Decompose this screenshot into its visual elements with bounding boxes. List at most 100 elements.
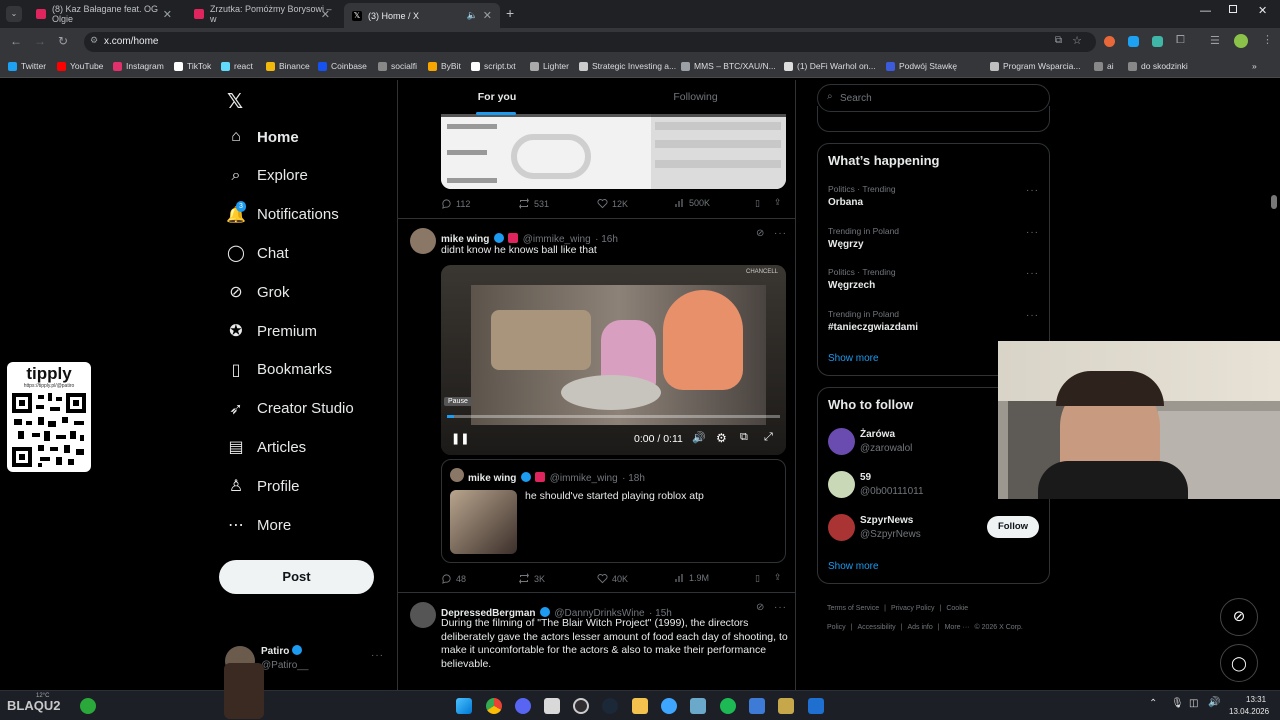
sidebar-item-grok[interactable]: ⊘ Grok: [227, 283, 289, 302]
sidebar-item-premium[interactable]: ✪ Premium: [227, 322, 317, 341]
avatar[interactable]: [410, 228, 436, 254]
more-icon[interactable]: ···: [1026, 185, 1039, 196]
sidebar-item-profile[interactable]: ♙ Profile: [227, 477, 300, 496]
bookmark-item[interactable]: do skodzinki: [1128, 61, 1188, 71]
bookmark-item[interactable]: script.txt: [471, 61, 516, 71]
url-field[interactable]: ⚙ x.com/home ⧉ ☆: [84, 32, 1096, 52]
bookmark-item[interactable]: Instagram: [113, 61, 164, 71]
extension-icon[interactable]: [1128, 36, 1139, 47]
pause-icon[interactable]: ❚❚: [451, 432, 469, 445]
restore-icon[interactable]: [1229, 5, 1237, 13]
tab-search-icon[interactable]: ⌄: [6, 6, 22, 22]
back-icon[interactable]: ←: [10, 34, 22, 48]
install-icon[interactable]: ⧉: [1055, 35, 1062, 46]
suggested-account-name[interactable]: 59: [860, 472, 871, 483]
footer-link[interactable]: Ads info: [907, 624, 932, 631]
avatar[interactable]: [828, 514, 855, 541]
obs-icon[interactable]: [573, 698, 589, 714]
avatar[interactable]: [828, 428, 855, 455]
bookmark-item[interactable]: Lighter: [530, 61, 569, 71]
new-tab-icon[interactable]: +: [506, 5, 514, 21]
sidebar-item-bookmarks[interactable]: ▯ Bookmarks: [227, 361, 332, 379]
bookmark-icon[interactable]: ▯: [755, 198, 760, 209]
app-icon[interactable]: [749, 698, 765, 714]
trend-item[interactable]: Orbana: [828, 197, 863, 208]
settings-icon[interactable]: ⚙: [716, 431, 727, 445]
widget-weather[interactable]: BLAQU2 12°C: [4, 693, 100, 717]
avatar[interactable]: [410, 602, 436, 628]
quote-tweet[interactable]: mike wing @immike_wing · 18h he should'v…: [441, 459, 786, 563]
volume-icon[interactable]: 🔊: [692, 431, 706, 444]
tab-following[interactable]: Following: [596, 80, 795, 117]
bookmark-item[interactable]: ai: [1094, 61, 1114, 71]
site-info-icon[interactable]: ⚙: [90, 35, 98, 46]
bookmark-item[interactable]: Program Wsparcia...: [990, 61, 1080, 71]
more-icon[interactable]: ···: [1026, 310, 1039, 321]
scrollbar[interactable]: [1271, 195, 1277, 209]
app-icon[interactable]: [778, 698, 794, 714]
sidebar-item-chat[interactable]: ◯ Chat: [227, 244, 289, 263]
clock-time[interactable]: 13:31: [1246, 695, 1266, 704]
forward-icon[interactable]: →: [34, 34, 46, 48]
sidebar-item-home[interactable]: ⌂ Home: [227, 128, 299, 146]
star-icon[interactable]: ☆: [1072, 34, 1082, 47]
grok-icon[interactable]: ⊘: [756, 228, 764, 239]
chrome-icon[interactable]: [486, 698, 502, 714]
minimize-icon[interactable]: —: [1200, 5, 1211, 17]
reply-button[interactable]: 48: [441, 573, 466, 584]
puzzle-icon[interactable]: ⧠: [1176, 34, 1185, 47]
bookmark-item[interactable]: YouTube: [57, 61, 103, 71]
grok-icon[interactable]: ⊘: [756, 602, 764, 613]
app-icon[interactable]: [544, 698, 560, 714]
bookmark-item[interactable]: MMS – BTC/XAU/N...: [681, 61, 776, 71]
avatar[interactable]: [828, 471, 855, 498]
trend-item[interactable]: Węgrzy: [828, 239, 864, 250]
footer-link[interactable]: More ···: [945, 624, 970, 631]
like-button[interactable]: 40K: [597, 573, 628, 584]
fullscreen-icon[interactable]: ⤢: [764, 431, 773, 444]
footer-link[interactable]: Terms of Service: [827, 605, 879, 612]
app-icon[interactable]: [808, 698, 824, 714]
browser-tab-1[interactable]: (8) Kaz Bałagane feat. OG Olgie ✕: [28, 4, 180, 24]
spotify-icon[interactable]: [720, 698, 736, 714]
close-icon[interactable]: ✕: [483, 9, 492, 22]
steam-icon[interactable]: [602, 698, 618, 714]
video-player[interactable]: CHANCELL Pause ❚❚ 0:00 / 0:11 🔊 ⚙ ⧉ ⤢: [441, 265, 786, 455]
audio-icon[interactable]: 🔈: [467, 10, 478, 21]
start-icon[interactable]: [456, 698, 472, 714]
share-icon[interactable]: ⇪: [774, 572, 782, 583]
follow-button[interactable]: Follow: [987, 516, 1039, 538]
repost-button[interactable]: 531: [518, 198, 549, 209]
post-time[interactable]: · 16h: [595, 234, 618, 245]
bookmark-item[interactable]: ByBit: [428, 61, 461, 71]
share-icon[interactable]: ⇪: [774, 197, 782, 208]
more-icon[interactable]: ···: [774, 228, 787, 239]
clock-date[interactable]: 13.04.2026: [1229, 707, 1269, 716]
footer-link[interactable]: Privacy Policy: [891, 605, 935, 612]
post-button[interactable]: Post: [219, 560, 374, 594]
views-button[interactable]: 1.9M: [675, 573, 709, 583]
bookmark-item[interactable]: react: [221, 61, 253, 71]
sidebar-item-creator-studio[interactable]: ➶ Creator Studio: [227, 400, 353, 418]
suggested-account-name[interactable]: SzpyrNews: [860, 515, 913, 526]
show-more-link[interactable]: Show more: [828, 353, 879, 364]
chat-float-button[interactable]: ◯: [1220, 644, 1258, 682]
bookmark-item[interactable]: Coinbase: [318, 61, 367, 71]
menu-icon[interactable]: ⋮: [1262, 33, 1273, 46]
sidebar-item-notifications[interactable]: 🔔 3 Notifications: [226, 200, 339, 224]
grok-float-button[interactable]: ⊘: [1220, 598, 1258, 636]
repost-button[interactable]: 3K: [518, 573, 545, 584]
bookmark-item[interactable]: Strategic Investing a...: [579, 61, 676, 71]
more-icon[interactable]: ···: [1026, 227, 1039, 238]
more-icon[interactable]: ···: [1026, 268, 1039, 279]
footer-link[interactable]: © 2026 X Corp.: [974, 624, 1022, 631]
bookmark-item[interactable]: Binance: [266, 61, 310, 71]
reload-icon[interactable]: ↻: [58, 34, 68, 48]
bookmark-item[interactable]: Podwój Stawkę: [886, 61, 957, 71]
profile-avatar[interactable]: [1234, 34, 1248, 48]
discord-icon[interactable]: [515, 698, 531, 714]
close-window-icon[interactable]: ✕: [1258, 4, 1267, 17]
bookmark-item[interactable]: Twitter: [8, 61, 46, 71]
footer-link[interactable]: Accessibility: [858, 624, 896, 631]
trend-item[interactable]: Węgrzech: [828, 280, 875, 291]
